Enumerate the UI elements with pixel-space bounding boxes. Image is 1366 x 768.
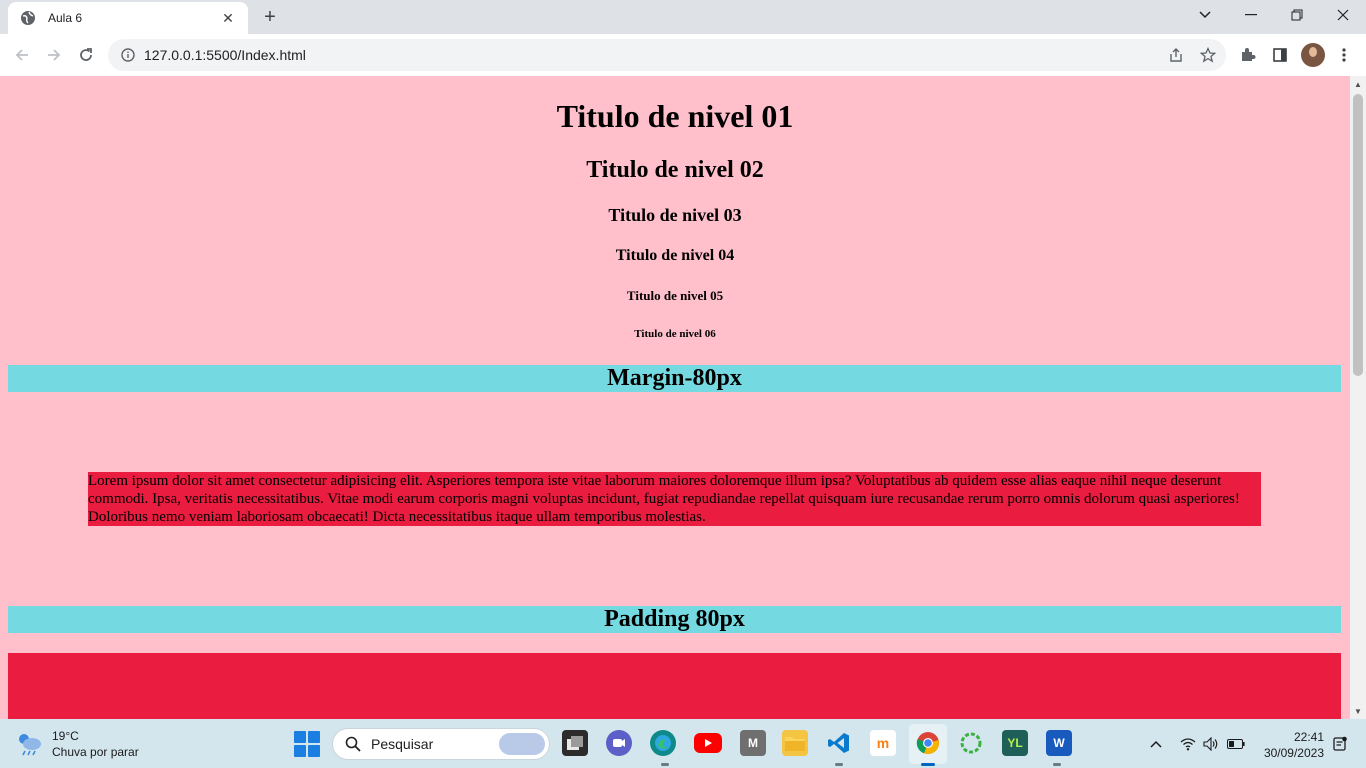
extensions-puzzle-icon[interactable] bbox=[1237, 44, 1259, 66]
heading-level-6: Titulo de nivel 06 bbox=[634, 328, 716, 340]
scroll-thumb[interactable] bbox=[1353, 94, 1363, 376]
wifi-icon[interactable] bbox=[1178, 734, 1198, 754]
word-icon[interactable]: W bbox=[1046, 730, 1072, 756]
windows-start-button[interactable] bbox=[294, 731, 320, 757]
notification-icon[interactable] bbox=[1330, 734, 1350, 754]
scroll-down-arrow-icon[interactable]: ▼ bbox=[1350, 703, 1366, 719]
tab-close-icon[interactable]: ✕ bbox=[218, 8, 238, 28]
browser-toolbar: 127.0.0.1:5500/Index.html bbox=[0, 34, 1366, 76]
clock-date: 30/09/2023 bbox=[1263, 746, 1324, 760]
chrome-running-indicator bbox=[921, 763, 935, 766]
edge-browser-icon[interactable] bbox=[650, 730, 676, 756]
close-window-button[interactable] bbox=[1320, 0, 1366, 30]
heading-level-4: Titulo de nivel 04 bbox=[615, 247, 735, 264]
padding-block bbox=[8, 653, 1341, 719]
rain-cloud-icon bbox=[16, 730, 44, 758]
site-info-icon[interactable] bbox=[118, 45, 138, 65]
tab-aula-6[interactable]: Aula 6 ✕ bbox=[8, 2, 248, 34]
reload-button[interactable] bbox=[72, 41, 100, 69]
minimize-button[interactable] bbox=[1228, 0, 1274, 30]
taskbar: 19°C Chuva por parar Pesquisar M m YL W bbox=[0, 719, 1366, 768]
volume-icon[interactable] bbox=[1201, 734, 1221, 754]
page-viewport: Titulo de nivel 01 Titulo de nivel 02 Ti… bbox=[0, 76, 1350, 719]
edge-running-indicator bbox=[661, 763, 669, 766]
weather-temperature: 19°C bbox=[52, 729, 79, 743]
moodle-icon[interactable]: m bbox=[870, 730, 896, 756]
tab-title: Aula 6 bbox=[48, 11, 83, 25]
page-scrollbar[interactable]: ▲ ▼ bbox=[1350, 76, 1366, 719]
tab-search-icon[interactable] bbox=[1182, 0, 1228, 30]
margin-section-title: Margin-80px bbox=[8, 365, 1341, 392]
word-running-indicator bbox=[1053, 763, 1061, 766]
share-icon[interactable] bbox=[1166, 45, 1186, 65]
search-highlight-graphic bbox=[499, 733, 545, 755]
heading-level-5: Titulo de nivel 05 bbox=[626, 288, 724, 303]
search-label: Pesquisar bbox=[371, 736, 434, 752]
refresh-app-icon[interactable] bbox=[958, 730, 984, 756]
heading-level-1: Titulo de nivel 01 bbox=[556, 98, 794, 134]
search-icon bbox=[345, 736, 361, 752]
lorem-paragraph: Lorem ipsum dolor sit amet consectetur a… bbox=[88, 472, 1261, 526]
system-clock[interactable]: 22:41 30/09/2023 bbox=[1256, 729, 1324, 761]
bookmark-star-icon[interactable] bbox=[1198, 45, 1218, 65]
file-explorer-icon[interactable] bbox=[782, 730, 808, 756]
heading-level-3: Titulo de nivel 03 bbox=[608, 205, 742, 225]
profile-avatar[interactable] bbox=[1301, 43, 1325, 67]
url-text: 127.0.0.1:5500/Index.html bbox=[144, 47, 306, 63]
m-app-icon[interactable]: M bbox=[740, 730, 766, 756]
back-button[interactable] bbox=[8, 41, 36, 69]
chevron-up-icon[interactable] bbox=[1146, 734, 1166, 754]
vscode-icon[interactable] bbox=[826, 730, 852, 756]
clock-time: 22:41 bbox=[1293, 730, 1324, 744]
taskbar-search[interactable]: Pesquisar bbox=[332, 728, 550, 760]
heading-level-2: Titulo de nivel 02 bbox=[586, 157, 764, 183]
new-tab-button[interactable]: + bbox=[258, 5, 282, 29]
scroll-up-arrow-icon[interactable]: ▲ bbox=[1350, 76, 1366, 92]
youtube-icon[interactable] bbox=[694, 733, 722, 753]
chrome-icon[interactable] bbox=[915, 730, 941, 756]
restore-button[interactable] bbox=[1274, 0, 1320, 30]
padding-section-title: Padding 80px bbox=[8, 606, 1341, 633]
globe-icon bbox=[20, 10, 36, 26]
weather-description: Chuva por parar bbox=[52, 745, 139, 759]
weather-widget[interactable]: 19°C Chuva por parar bbox=[16, 728, 139, 760]
task-view-icon[interactable] bbox=[562, 730, 588, 756]
address-bar[interactable]: 127.0.0.1:5500/Index.html bbox=[108, 39, 1226, 71]
battery-icon[interactable] bbox=[1226, 734, 1246, 754]
forward-button[interactable] bbox=[40, 41, 68, 69]
side-panel-icon[interactable] bbox=[1269, 44, 1291, 66]
vscode-running-indicator bbox=[835, 763, 843, 766]
teams-chat-icon[interactable] bbox=[606, 730, 632, 756]
more-menu-icon[interactable] bbox=[1333, 44, 1355, 66]
yl-app-icon[interactable]: YL bbox=[1002, 730, 1028, 756]
tab-strip: Aula 6 ✕ + bbox=[0, 0, 1366, 34]
